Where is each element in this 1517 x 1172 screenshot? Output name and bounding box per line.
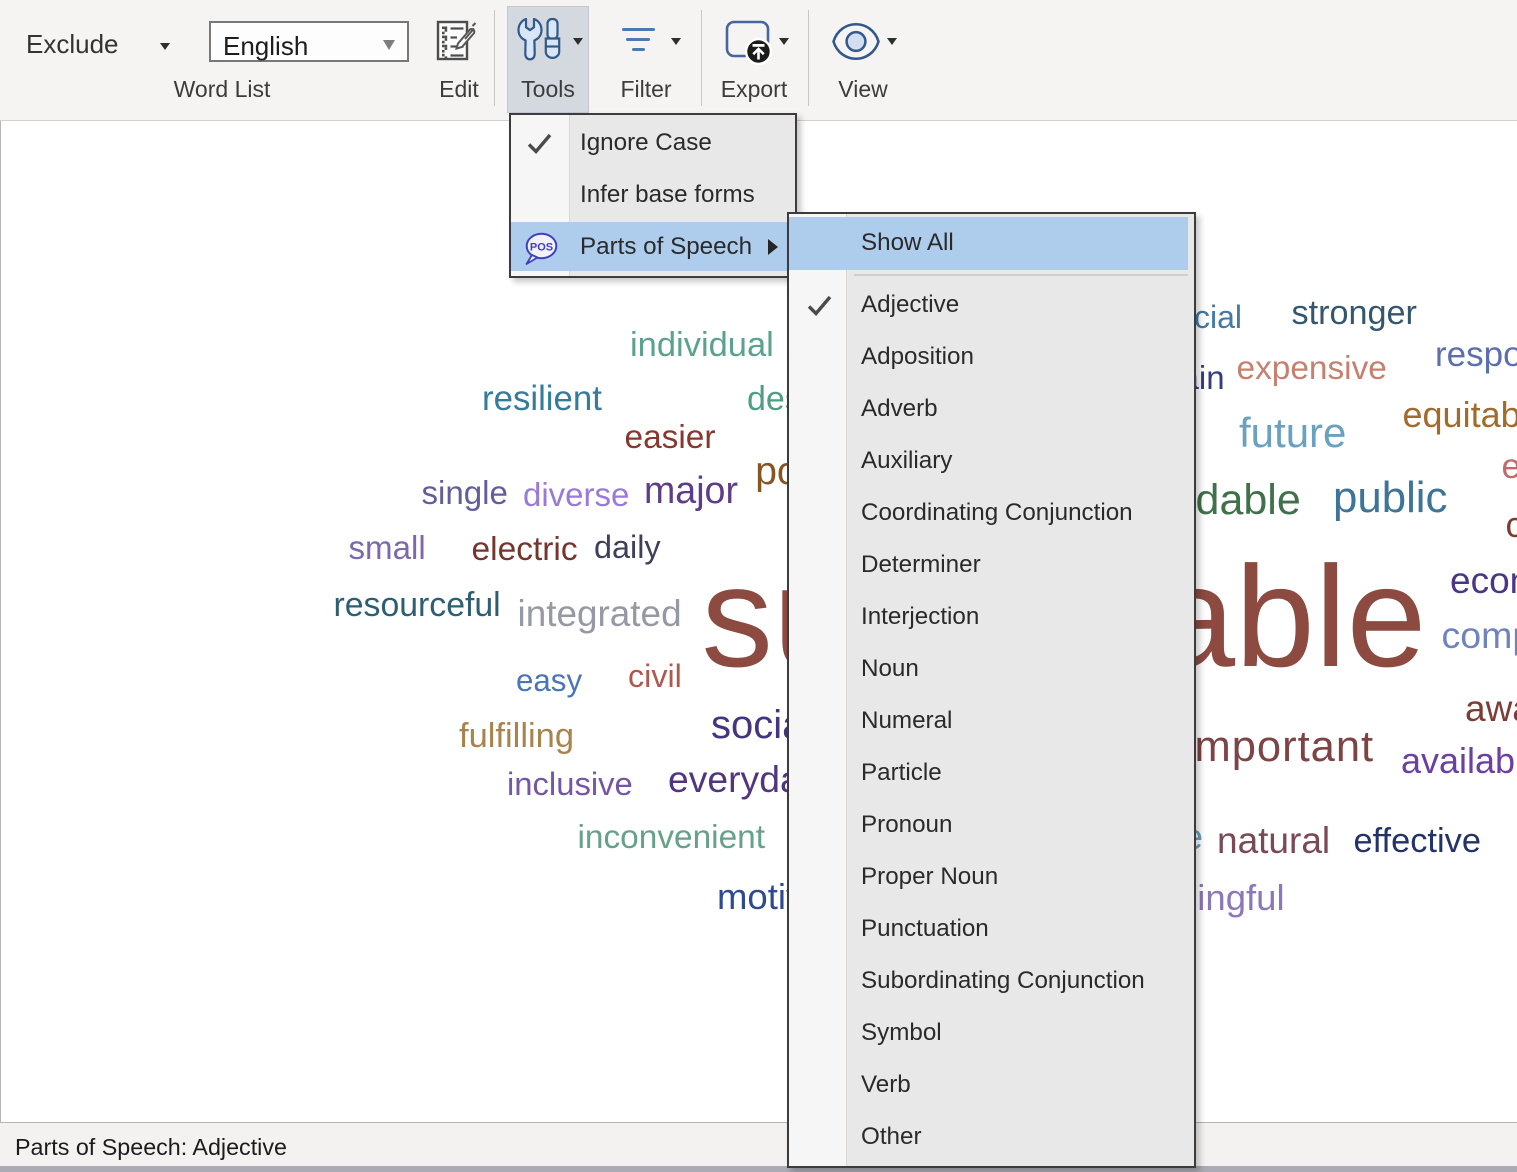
svg-text:POS: POS: [530, 242, 553, 254]
